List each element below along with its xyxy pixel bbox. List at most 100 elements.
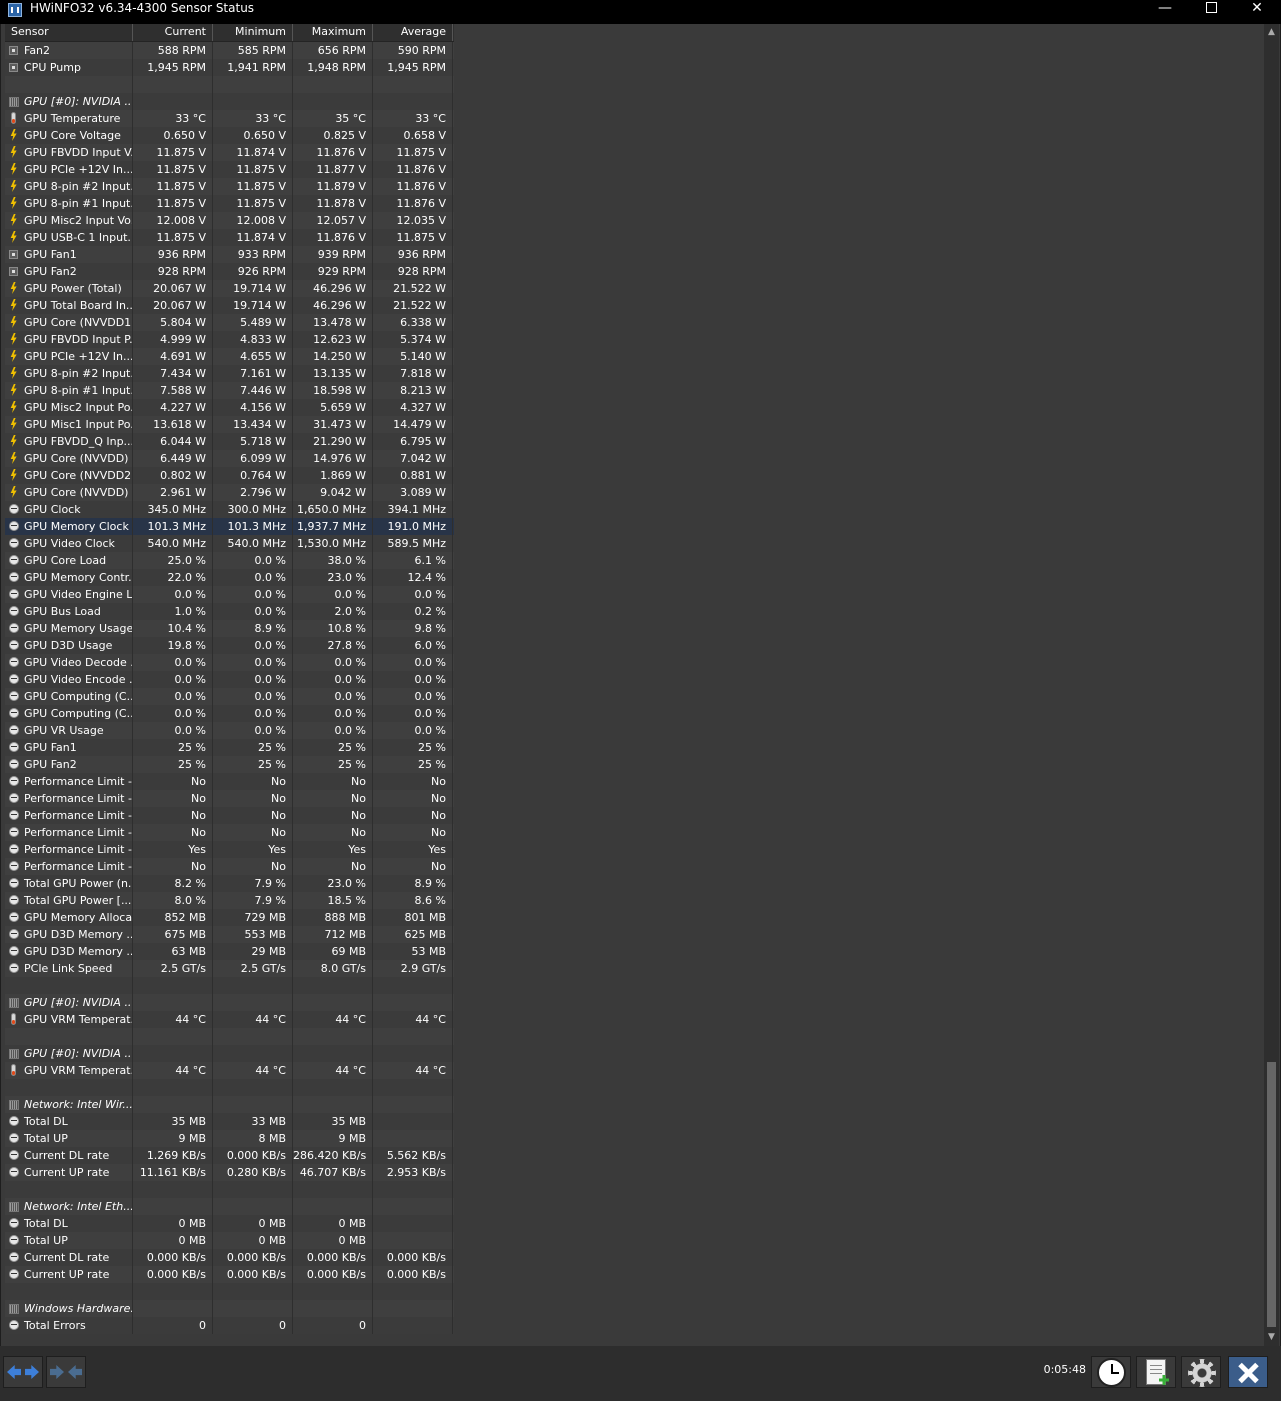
table-row[interactable]: Total DL 0 MB 0 MB 0 MB (5, 1215, 454, 1232)
table-row[interactable]: Total UP 9 MB 8 MB 9 MB (5, 1130, 454, 1147)
current-value: 25 % (133, 739, 213, 756)
table-row[interactable]: GPU Core (NVVDD) ... 6.449 W 6.099 W 14.976… (5, 450, 454, 467)
table-row[interactable]: Performance Limit -... No No No No (5, 858, 454, 875)
spacer-cell (5, 1181, 133, 1198)
table-row[interactable]: GPU FBVDD Input V... 11.875 V 11.874 V 11.8… (5, 144, 454, 161)
table-row[interactable]: GPU Fan2 25 % 25 % 25 % 25 % (5, 756, 454, 773)
table-row[interactable]: GPU 8-pin #2 Input... 11.875 V 11.875 V 11.… (5, 178, 454, 195)
sensor-label: GPU D3D Memory ... (24, 945, 133, 958)
table-row[interactable]: GPU Core Load 25.0 % 0.0 % 38.0 % 6.1 % (5, 552, 454, 569)
table-row[interactable]: GPU Clock 345.0 MHz 300.0 MHz 1,650.0 MHz 39… (5, 501, 454, 518)
table-row[interactable]: GPU VRM Temperat... 44 °C 44 °C 44 °C 44 °C (5, 1062, 454, 1079)
close-sensors-button[interactable] (1228, 1356, 1268, 1388)
scroll-up-icon[interactable]: ▲ (1264, 24, 1279, 41)
scroll-down-icon[interactable]: ▼ (1264, 1329, 1279, 1346)
table-row[interactable]: GPU Misc2 Input Po... 4.227 W 4.156 W 5.659… (5, 399, 454, 416)
table-row[interactable]: GPU VR Usage 0.0 % 0.0 % 0.0 % 0.0 % (5, 722, 454, 739)
table-row[interactable]: GPU 8-pin #2 Input... 7.434 W 7.161 W 13.13… (5, 365, 454, 382)
table-row[interactable]: GPU Core (NVVDD2... 0.802 W 0.764 W 1.869 W… (5, 467, 454, 484)
table-row[interactable]: GPU Video Engine L... 0.0 % 0.0 % 0.0 % 0.0 … (5, 586, 454, 603)
column-header-maximum[interactable]: Maximum (293, 24, 373, 41)
expand-button[interactable] (3, 1356, 43, 1388)
table-row[interactable]: GPU Video Encode ... 0.0 % 0.0 % 0.0 % 0.0 % (5, 671, 454, 688)
reset-clock-button[interactable] (1091, 1356, 1131, 1388)
sensor-group-row[interactable]: GPU [#0]: NVIDIA ... (5, 1045, 454, 1062)
table-row[interactable]: Current DL rate 0.000 KB/s 0.000 KB/s 0.000… (5, 1249, 454, 1266)
table-row[interactable]: GPU Core Voltage 0.650 V 0.650 V 0.825 V 0.6… (5, 127, 454, 144)
table-row[interactable]: Performance Limit -... No No No No (5, 824, 454, 841)
table-row[interactable]: GPU Core (NVVDD1... 5.804 W 5.489 W 13.478 … (5, 314, 454, 331)
table-row[interactable]: GPU 8-pin #1 Input... 11.875 V 11.875 V 11.… (5, 195, 454, 212)
table-row[interactable]: GPU Computing (C... 0.0 % 0.0 % 0.0 % 0.0 % (5, 705, 454, 722)
minimum-value: 8.9 % (213, 620, 293, 637)
table-row[interactable]: GPU Memory Usage 10.4 % 8.9 % 10.8 % 9.8 % (5, 620, 454, 637)
table-row[interactable]: GPU Memory Contr... 22.0 % 0.0 % 23.0 % 12.4… (5, 569, 454, 586)
table-row[interactable]: Total Errors 0 0 0 (5, 1317, 454, 1334)
table-row[interactable]: GPU Power (Total) 20.067 W 19.714 W 46.296 … (5, 280, 454, 297)
group-name: GPU [#0]: NVIDIA ... (5, 1045, 133, 1062)
table-row[interactable]: Current UP rate 11.161 KB/s 0.280 KB/s 46.7… (5, 1164, 454, 1181)
table-row[interactable]: GPU Total Board In... 20.067 W 19.714 W 46.… (5, 297, 454, 314)
table-row[interactable]: GPU Fan1 25 % 25 % 25 % 25 % (5, 739, 454, 756)
table-row[interactable]: GPU VRM Temperat... 44 °C 44 °C 44 °C 44 °C (5, 1011, 454, 1028)
table-row[interactable]: CPU Pump 1,945 RPM 1,941 RPM 1,948 RPM 1,945… (5, 59, 454, 76)
current-value: 0 MB (133, 1215, 213, 1232)
sensor-group-row[interactable]: Network: Intel Wir... (5, 1096, 454, 1113)
scroll-thumb[interactable] (1267, 1062, 1276, 1327)
table-row[interactable]: GPU Core (NVVDD) ... 2.961 W 2.796 W 9.042 … (5, 484, 454, 501)
column-header-minimum[interactable]: Minimum (213, 24, 293, 41)
column-header-sensor[interactable]: Sensor (5, 24, 133, 41)
table-row[interactable]: GPU Misc2 Input Vo... 12.008 V 12.008 V 12.… (5, 212, 454, 229)
table-row[interactable]: PCIe Link Speed 2.5 GT/s 2.5 GT/s 8.0 GT/s 2… (5, 960, 454, 977)
table-row[interactable]: Total UP 0 MB 0 MB 0 MB (5, 1232, 454, 1249)
current-value: 0.802 W (133, 467, 213, 484)
table-row[interactable]: GPU Temperature 33 °C 33 °C 35 °C 33 °C (5, 110, 454, 127)
sensor-group-row[interactable]: GPU [#0]: NVIDIA ... (5, 93, 454, 110)
column-header-average[interactable]: Average (373, 24, 453, 41)
sensor-group-row[interactable]: Windows Hardware... (5, 1300, 454, 1317)
table-row[interactable]: GPU Memory Alloca... 852 MB 729 MB 888 MB 80… (5, 909, 454, 926)
clock-icon (1097, 1358, 1126, 1387)
table-row[interactable]: GPU PCIe +12V In... 11.875 V 11.875 V 11.87… (5, 161, 454, 178)
table-row[interactable]: GPU FBVDD_Q Inp... 6.044 W 5.718 W 21.290 W… (5, 433, 454, 450)
table-row[interactable]: GPU D3D Memory ... 675 MB 553 MB 712 MB 625 … (5, 926, 454, 943)
table-row[interactable]: GPU Bus Load 1.0 % 0.0 % 2.0 % 0.2 % (5, 603, 454, 620)
table-row[interactable]: GPU Memory Clock 101.3 MHz 101.3 MHz 1,937.… (5, 518, 454, 535)
table-row[interactable]: GPU Misc1 Input Po... 13.618 W 13.434 W 31.… (5, 416, 454, 433)
maximize-button[interactable] (1188, 0, 1234, 24)
table-row[interactable]: GPU Video Clock 540.0 MHz 540.0 MHz 1,530.0… (5, 535, 454, 552)
table-row[interactable]: GPU D3D Usage 19.8 % 0.0 % 27.8 % 6.0 % (5, 637, 454, 654)
sensor-group-row[interactable]: GPU [#0]: NVIDIA ... (5, 994, 454, 1011)
close-window-button[interactable]: ✕ (1234, 0, 1280, 24)
minimize-button[interactable]: — (1142, 0, 1188, 24)
table-row[interactable]: Fan2 588 RPM 585 RPM 656 RPM 590 RPM (5, 42, 454, 59)
table-row[interactable]: GPU Video Decode ... 0.0 % 0.0 % 0.0 % 0.0 % (5, 654, 454, 671)
table-row[interactable]: Total GPU Power [... 8.0 % 7.9 % 18.5 % 8.6 … (5, 892, 454, 909)
table-row[interactable]: GPU Computing (C... 0.0 % 0.0 % 0.0 % 0.0 % (5, 688, 454, 705)
table-row[interactable]: Performance Limit -... No No No No (5, 773, 454, 790)
average-value: 3.089 W (373, 484, 453, 501)
collapse-button[interactable] (46, 1356, 86, 1388)
table-row[interactable]: Total DL 35 MB 33 MB 35 MB (5, 1113, 454, 1130)
table-row[interactable]: GPU Fan2 928 RPM 926 RPM 929 RPM 928 RPM (5, 263, 454, 280)
table-row[interactable]: Performance Limit -... Yes Yes Yes Yes (5, 841, 454, 858)
table-row[interactable]: GPU USB-C 1 Input... 11.875 V 11.874 V 11.8… (5, 229, 454, 246)
table-row[interactable]: Performance Limit -... No No No No (5, 790, 454, 807)
table-row[interactable]: GPU FBVDD Input P... 4.999 W 4.833 W 12.623… (5, 331, 454, 348)
table-row[interactable]: GPU PCIe +12V In... 4.691 W 4.655 W 14.250 … (5, 348, 454, 365)
table-row[interactable]: Current UP rate 0.000 KB/s 0.000 KB/s 0.000… (5, 1266, 454, 1283)
vertical-scrollbar[interactable]: ▲ ▼ (1264, 24, 1279, 1346)
logging-button[interactable] (1136, 1356, 1176, 1388)
current-value: Yes (133, 841, 213, 858)
sensor-group-row[interactable]: Network: Intel Eth... (5, 1198, 454, 1215)
table-row[interactable]: GPU D3D Memory ... 63 MB 29 MB 69 MB 53 MB (5, 943, 454, 960)
table-row[interactable]: GPU 8-pin #1 Input... 7.588 W 7.446 W 18.59… (5, 382, 454, 399)
spacer-cell (5, 1028, 133, 1045)
column-header-current[interactable]: Current (133, 24, 213, 41)
table-row[interactable]: GPU Fan1 936 RPM 933 RPM 939 RPM 936 RPM (5, 246, 454, 263)
table-row[interactable]: Performance Limit -... No No No No (5, 807, 454, 824)
table-row[interactable]: Current DL rate 1.269 KB/s 0.000 KB/s 286.4… (5, 1147, 454, 1164)
settings-button[interactable] (1181, 1356, 1221, 1388)
table-row[interactable]: Total GPU Power (n... 8.2 % 7.9 % 23.0 % 8.9… (5, 875, 454, 892)
minimum-value: 11.874 V (213, 144, 293, 161)
